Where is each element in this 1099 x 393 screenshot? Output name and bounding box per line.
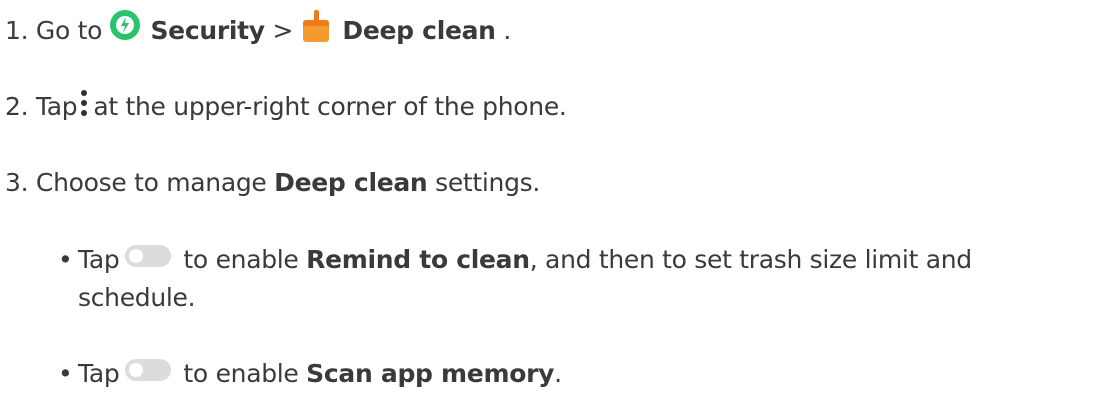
bullet-2: • Tap to enable Scan app memory.	[58, 355, 562, 393]
step-1-text-pre: Go to	[35, 16, 103, 45]
step-3-number: 3.	[5, 168, 29, 197]
security-icon	[109, 10, 140, 40]
deep-clean-label: Deep clean	[342, 16, 496, 45]
step-3-text-pre: Choose to manage	[35, 168, 267, 197]
scan-app-memory-label: Scan app memory	[306, 359, 555, 388]
bullet-1: • Tap to enable Remind to clean, and then …	[58, 241, 972, 279]
step-2-text-post: at the upper-right corner of the phone.	[93, 92, 567, 121]
step-3: 3. Choose to manage Deep clean settings.	[5, 164, 540, 202]
bullet-1-mid: to enable	[183, 245, 299, 274]
deep-clean-label: Deep clean	[274, 168, 428, 197]
step-3-text-post: settings.	[435, 168, 541, 197]
security-label: Security	[150, 16, 265, 45]
bullet-dot: •	[58, 359, 73, 388]
bullet-1-continuation: schedule.	[78, 279, 196, 317]
step-1: 1. Go to Security > Deep clean .	[5, 10, 511, 50]
deep-clean-icon	[301, 10, 331, 42]
step-2: 2. Tap at the upper-right corner of the p…	[5, 88, 567, 126]
toggle-switch-icon	[125, 245, 172, 267]
bullet-1-post-line2: schedule.	[78, 283, 196, 312]
bullet-1-pre: Tap	[78, 245, 120, 274]
step-2-text-pre: Tap	[35, 92, 78, 121]
bullet-2-mid: to enable	[183, 359, 299, 388]
bullet-dot: •	[58, 245, 73, 274]
remind-to-clean-label: Remind to clean	[306, 245, 530, 274]
step-2-number: 2.	[5, 92, 29, 121]
toggle-switch-icon	[125, 359, 172, 381]
step-1-separator: >	[272, 16, 294, 45]
bullet-1-post: , and then to set trash size limit and	[529, 245, 972, 274]
more-vertical-icon	[80, 90, 88, 116]
step-1-number: 1.	[5, 16, 29, 45]
step-1-period: .	[503, 16, 511, 45]
bullet-2-pre: Tap	[78, 359, 120, 388]
bullet-2-post: .	[554, 359, 562, 388]
